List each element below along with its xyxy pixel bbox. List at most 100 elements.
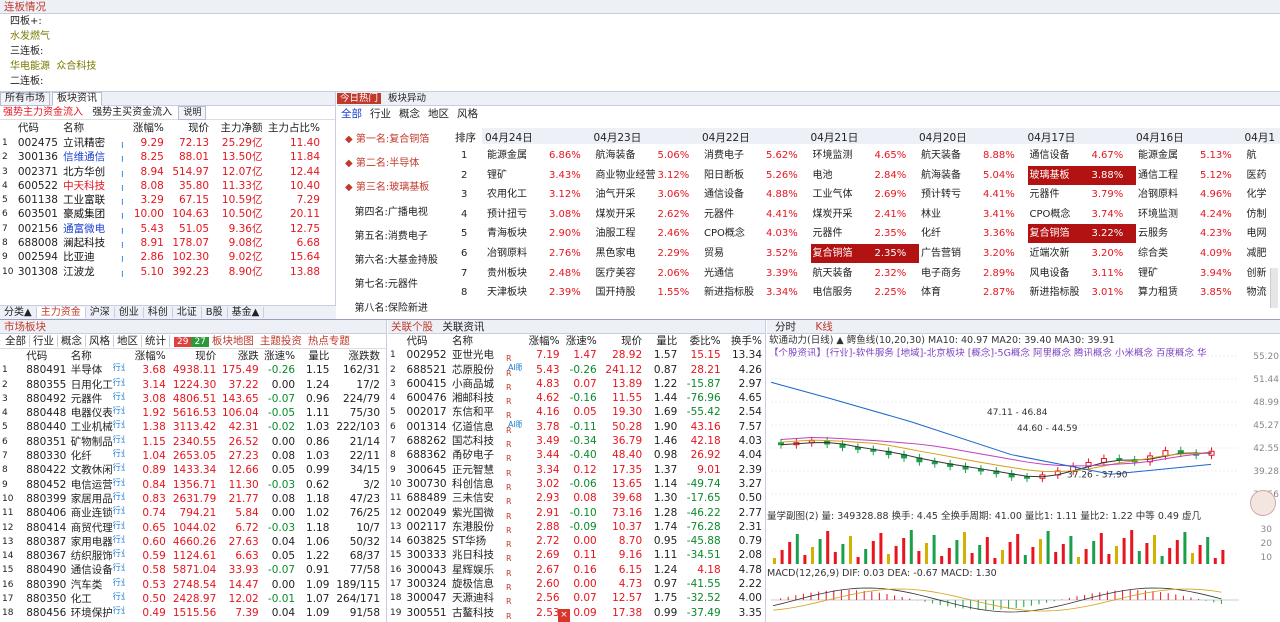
hot-cell-name[interactable]: CPO概念: [1028, 205, 1090, 224]
hot-cell-name[interactable]: 农用化工: [485, 185, 547, 204]
table-row[interactable]: 17 300324 旋极信息 R 2.60 0.00 4.73 0.97 -41.55 2.22: [388, 577, 764, 591]
hot-cell-name[interactable]: 煤炭开采: [811, 205, 873, 224]
table-row[interactable]: 14 880367纺织服饰行业板块 0.59 1124.61 6.63 0.05 1.22 6…: [0, 549, 382, 563]
hot-cell-name[interactable]: 风电设备: [1028, 264, 1090, 283]
sector-tab[interactable]: 全部: [2, 335, 30, 347]
col-change[interactable]: 涨幅%: [123, 120, 166, 136]
table-row[interactable]: 1 002952 亚世光电 R 7.19 1.47 28.92 1.57 15.15 13.34: [388, 348, 764, 362]
market-tab[interactable]: 分类▲: [0, 307, 37, 318]
table-row[interactable]: 16 300043 星辉娱乐 R 2.67 0.16 6.15 1.24 4.18 4.78: [388, 563, 764, 577]
hot-cell-name[interactable]: 电池: [811, 166, 873, 185]
table-row[interactable]: 9 300645 正元智慧 R 3.34 0.12 17.35 1.37 9.01 2.39: [388, 463, 764, 477]
table-row[interactable]: 4 880448电器仪表行业板块 1.92 5616.53 106.04 -0.05 1.1…: [0, 406, 382, 420]
sector-tab[interactable]: 统计: [142, 335, 170, 347]
rank-item[interactable]: ◆ 第三名:玻璃基板: [337, 176, 447, 200]
table-row[interactable]: 10301308江波龙AI眼镜R 5.10 392.23 8.90亿 13.88: [0, 265, 322, 279]
table-row[interactable]: 1 002475立讯精密AI眼镜R 9.29 72.13 25.29亿 11.40: [0, 136, 322, 150]
rank-item[interactable]: ◆ 第二名:半导体: [337, 152, 447, 176]
hot-cell-name[interactable]: 煤炭开采: [594, 205, 656, 224]
table-row[interactable]: 6 603501豪威集团AI眼镜R 10.00 104.63 10.50亿 20.11: [0, 207, 322, 221]
table-row[interactable]: 1 880491半导体行业板块 3.68 4938.11 175.49 -0.26 1.15…: [0, 363, 382, 377]
tab-related-stocks[interactable]: 关联个股: [388, 321, 436, 333]
market-tab[interactable]: 基金▲: [227, 307, 265, 318]
table-row[interactable]: 3 002371北方华创R 8.94 514.97 12.07亿 12.44: [0, 165, 322, 179]
table-row[interactable]: 9 880452电信运营行业板块 0.84 1356.71 11.30 -0.03 0.62…: [0, 478, 382, 492]
col-name[interactable]: 名称: [69, 349, 126, 363]
col-updown[interactable]: 涨跌数: [331, 349, 382, 363]
hot-cell-name[interactable]: 元器件: [811, 224, 873, 243]
table-row[interactable]: 7 002156通富微电存储概念股R 5.43 51.05 9.36亿 12.75: [0, 222, 322, 236]
table-row[interactable]: 14 603825 ST华扬 R 2.72 0.00 8.70 0.95 -45.88 0.79: [388, 534, 764, 548]
filter-tab[interactable]: 全部: [341, 108, 362, 120]
hot-cell-name[interactable]: 算力租赁: [1136, 283, 1198, 302]
table-row[interactable]: 8 688008澜起科技R 8.91 178.07 9.08亿 6.68: [0, 236, 322, 250]
kline-chart[interactable]: 55.2051.4448.9945.2742.5539.2835.5647.11…: [767, 344, 1280, 514]
table-row[interactable]: 7 688262 国芯科技 R 3.49 -0.34 36.79 1.46 42.18 4.03: [388, 434, 764, 448]
rank-item[interactable]: 第四名:广播电视: [337, 201, 447, 225]
hot-cell-name[interactable]: 预计扭亏: [485, 205, 547, 224]
hot-cell-name[interactable]: 综合类: [1136, 244, 1198, 263]
hot-cell-name[interactable]: 黑色家电: [594, 244, 656, 263]
sector-extra-tab[interactable]: 主题投资: [257, 335, 305, 347]
sector-extra-tab[interactable]: 板块地图: [209, 335, 257, 347]
hot-cell-name[interactable]: 电子商务: [919, 264, 981, 283]
filter-tab[interactable]: 地区: [428, 108, 449, 120]
hot-cell-name[interactable]: 商业物业经营: [594, 166, 656, 185]
rank-item[interactable]: 第六名:大基金持股: [337, 249, 447, 273]
table-row[interactable]: 3 880492元器件行业板块 3.08 4806.51 143.65 -0.07 0.96…: [0, 392, 382, 406]
hot-cell-name[interactable]: 天津板块: [485, 283, 547, 302]
rank-item[interactable]: 第八名:保险新进: [337, 297, 447, 321]
hot-cell-name[interactable]: 光通信: [702, 264, 764, 283]
filter-tab[interactable]: 行业: [370, 108, 391, 120]
table-row[interactable]: 16 880390汽车类行业板块 0.53 2748.54 14.47 0.00 1.09 1…: [0, 578, 382, 592]
hot-cell-name[interactable]: 仿制: [1245, 205, 1275, 224]
market-tab[interactable]: 主力资金: [36, 307, 86, 318]
table-row[interactable]: 8 880422文教休闲行业板块 0.89 1433.34 12.66 0.05 0.99 3…: [0, 463, 382, 477]
table-row[interactable]: 7 880330化纤行业板块 1.04 2653.05 27.23 0.08 1.03 22/…: [0, 449, 382, 463]
sector-tab[interactable]: 行业: [30, 335, 58, 347]
hot-cell-name[interactable]: 航海装备: [919, 166, 981, 185]
hot-cell-name[interactable]: 电网: [1245, 224, 1275, 243]
col-name[interactable]: 名称: [61, 120, 123, 136]
col-volratio[interactable]: 量比: [297, 349, 331, 363]
hot-cell-name[interactable]: 能源金属: [1136, 146, 1198, 165]
hot-cell-name[interactable]: 油服工程: [594, 224, 656, 243]
hot-cell-name[interactable]: 化纤: [919, 224, 981, 243]
sector-tab[interactable]: 概念: [58, 335, 86, 347]
tab-sector-news[interactable]: 板块资讯: [52, 92, 102, 106]
table-row[interactable]: 15 300333 兆日科技 R 2.69 0.11 9.16 1.11 -34.51 2.08: [388, 548, 764, 562]
col-main-ratio[interactable]: 主力占比%: [264, 120, 322, 136]
rank-item[interactable]: ◆ 第一名:复合铜箔: [337, 128, 447, 152]
lianban-stock[interactable]: 水发燃气: [10, 29, 1280, 44]
sector-extra-tab[interactable]: 热点专题: [305, 335, 353, 347]
col-code[interactable]: 代码: [16, 120, 61, 136]
table-row[interactable]: 13 880387家用电器行业板块 0.60 4660.26 27.63 0.04 1.06…: [0, 535, 382, 549]
hot-cell-name[interactable]: 通信设备: [1028, 146, 1090, 165]
table-row[interactable]: 9 002594比亚迪R 2.86 102.30 9.02亿 15.64: [0, 250, 322, 264]
hot-cell-name[interactable]: 近端次新: [1028, 244, 1090, 263]
table-row[interactable]: 13 002117 东港股份 R 2.88 -0.09 10.37 1.74 -76.28 2.3…: [388, 520, 764, 534]
table-row[interactable]: 3 600415 小商品城 R 4.83 0.07 13.89 1.22 -15.87 2.97: [388, 377, 764, 391]
col-main-net[interactable]: 主力净额: [211, 120, 264, 136]
hot-cell-name[interactable]: 通信设备: [702, 185, 764, 204]
volume-chart[interactable]: 30 20 10: [767, 522, 1280, 566]
hot-cell-name[interactable]: 元器件: [702, 205, 764, 224]
hot-cell-name[interactable]: 冶钢原料: [1136, 185, 1198, 204]
hot-cell-name[interactable]: 环境监测: [811, 146, 873, 165]
col-diff[interactable]: 涨跌: [218, 349, 260, 363]
table-row[interactable]: 12 880414商贸代理行业板块 0.65 1044.02 6.72 -0.03 1.18…: [0, 521, 382, 535]
hot-cell-name[interactable]: 医药: [1245, 166, 1275, 185]
filter-tab[interactable]: 概念: [399, 108, 420, 120]
hot-cell-name[interactable]: 贸易: [702, 244, 764, 263]
hot-cell-name[interactable]: 医疗美容: [594, 264, 656, 283]
table-row[interactable]: 6 001314亿道信息RAI眼镜 3.78 -0.11 50.28 1.90 43.16 7…: [388, 420, 764, 434]
col-speed[interactable]: 涨速%: [261, 349, 297, 363]
hot-cell-name[interactable]: 阳日断板: [702, 166, 764, 185]
table-row[interactable]: 19 300551 古鳌科技 R 2.53 0.09 17.38 0.99 -37.49 3.35: [388, 606, 764, 620]
market-tab[interactable]: 北证: [172, 307, 202, 318]
col-speed[interactable]: 涨速%: [562, 334, 599, 348]
market-tab[interactable]: 科创: [143, 307, 173, 318]
col-change[interactable]: 涨幅%: [125, 349, 167, 363]
hot-cell-name[interactable]: 预计转亏: [919, 185, 981, 204]
table-row[interactable]: 17 880350化工行业板块 0.50 2428.97 12.02 -0.01 1.07 2…: [0, 592, 382, 606]
